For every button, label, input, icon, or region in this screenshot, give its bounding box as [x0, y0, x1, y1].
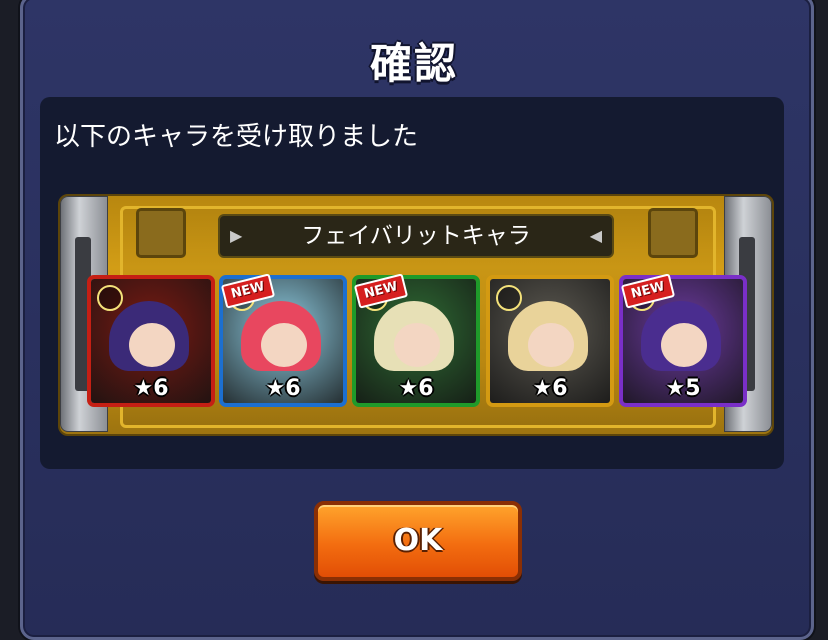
arrow-left-icon: ◀	[589, 226, 602, 245]
character-rarity: ★6	[133, 376, 169, 401]
character-face	[394, 323, 440, 367]
character-rarity: ★6	[398, 376, 434, 401]
character-face	[261, 323, 307, 367]
character-face	[661, 323, 707, 367]
box-title: フェイバリットキャラ	[301, 223, 531, 249]
character-face	[528, 323, 574, 367]
arrow-right-icon: ▶	[230, 226, 243, 245]
character-rarity: ★6	[532, 376, 568, 401]
character-card[interactable]: ★6	[87, 275, 215, 407]
character-card[interactable]: ★6	[486, 275, 614, 407]
ok-button[interactable]: OK	[314, 501, 522, 581]
box-corner-pad-left	[136, 208, 186, 258]
box-title-banner: ▶ フェイバリットキャラ ◀	[218, 214, 614, 258]
dialog-title: 確認	[369, 39, 458, 88]
element-icon	[97, 285, 123, 311]
character-rarity: ★5	[665, 376, 701, 401]
character-rarity: ★6	[265, 376, 301, 401]
box-corner-pad-right	[648, 208, 698, 258]
character-face	[129, 323, 175, 367]
element-icon	[496, 285, 522, 311]
dialog-message: 以下のキャラを受け取りました	[54, 122, 419, 152]
